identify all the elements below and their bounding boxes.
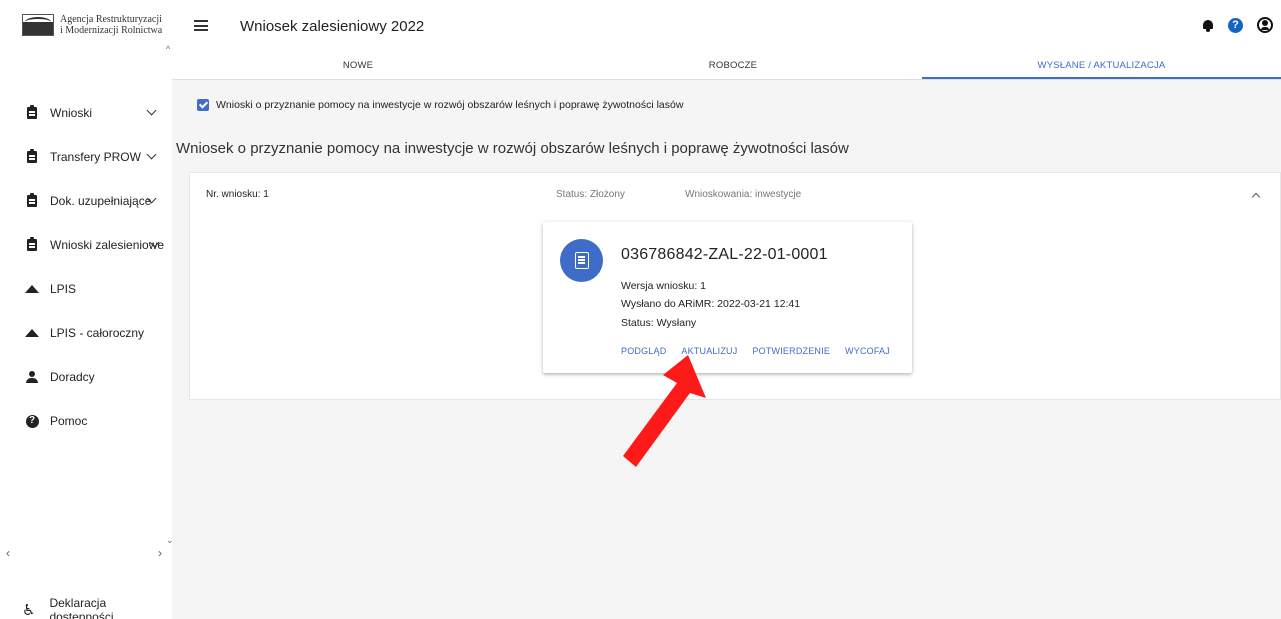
sidebar-item-lpis-caloroczny[interactable]: LPIS - całoroczny <box>0 311 170 355</box>
arimr-logo-icon <box>22 14 54 36</box>
document-avatar <box>560 239 603 282</box>
accessibility-label: Deklaracja dostępności <box>49 596 114 619</box>
document-list-icon <box>574 252 589 269</box>
account-icon[interactable] <box>1257 17 1273 33</box>
clipboard-icon <box>27 149 37 163</box>
notifications-bell-icon[interactable] <box>1202 19 1214 32</box>
accessibility-declaration-link[interactable]: ♿ Deklaracja dostępności <box>22 596 172 619</box>
sidebar-item-label: Transfery PROW <box>50 150 141 164</box>
tab-robocze[interactable]: ROBOCZE <box>544 54 922 79</box>
tab-wyslane-aktualizacja[interactable]: WYSŁANE / AKTUALIZACJA <box>922 54 1281 79</box>
clipboard-icon <box>27 237 37 251</box>
sidebar-item-wnioski-zalesieniowe[interactable]: Wnioski zalesieniowe <box>0 223 170 267</box>
sidebar-item-label: LPIS <box>50 282 77 296</box>
sidebar-horizontal-scrollbar[interactable]: ‹ › <box>6 546 162 560</box>
application-sent-status: Status: Wysłany <box>621 317 697 329</box>
chevron-down-icon[interactable] <box>146 149 157 160</box>
help-icon[interactable]: ? <box>1228 17 1243 33</box>
sidebar-scroll-up-icon[interactable]: ^ <box>166 44 170 54</box>
sidebar-item-dok-uzupelniajace[interactable]: Dok. uzupełniające <box>0 179 170 223</box>
sidebar-item-pomoc[interactable]: ? Pomoc <box>0 399 170 443</box>
filter-row: Wnioski o przyznanie pomocy na inwestycj… <box>197 99 683 111</box>
hamburger-menu-icon[interactable] <box>194 20 208 31</box>
sidebar-item-doradcy[interactable]: Doradcy <box>0 355 170 399</box>
brand-logo[interactable]: Agencja Restrukturyzacji i Modernizacji … <box>22 14 162 36</box>
red-arrow-annotation-icon <box>623 355 706 467</box>
sidebar-nav: Wnioski Transfery PROW Dok. uzupełniając… <box>0 91 170 443</box>
tab-nowe[interactable]: NOWE <box>172 54 544 79</box>
brand-line-2: i Modernizacji Rolnictwa <box>60 25 163 36</box>
application-number: Nr. wniosku: 1 <box>206 189 269 200</box>
terrain-icon <box>25 329 39 337</box>
terrain-icon <box>25 285 39 293</box>
sidebar-item-label: Dok. uzupełniające <box>50 194 152 208</box>
scroll-right-icon[interactable]: › <box>158 546 162 560</box>
application-card: 036786842-ZAL-22-01-0001 Wersja wniosku:… <box>543 222 912 373</box>
filter-label[interactable]: Wnioski o przyznanie pomocy na inwestycj… <box>216 99 683 111</box>
application-sent-date: Wysłano do ARiMR: 2022-03-21 12:41 <box>621 298 801 310</box>
filter-checkbox[interactable] <box>197 99 209 111</box>
application-id: 036786842-ZAL-22-01-0001 <box>621 246 828 263</box>
person-icon <box>26 371 38 383</box>
chevron-down-icon[interactable] <box>146 105 157 116</box>
sidebar-item-label: Pomoc <box>50 414 88 428</box>
sidebar-item-transfery-prow[interactable]: Transfery PROW <box>0 135 170 179</box>
sidebar-item-label: Doradcy <box>50 370 95 384</box>
scroll-left-icon[interactable]: ‹ <box>6 546 10 560</box>
section-title: Wniosek o przyznanie pomocy na inwestycj… <box>176 140 849 157</box>
sidebar-item-label: Wnioski zalesieniowe <box>50 238 165 252</box>
app-root: Agencja Restrukturyzacji i Modernizacji … <box>0 0 1281 619</box>
main-content: Wnioski o przyznanie pomocy na inwestycj… <box>172 80 1281 619</box>
clipboard-icon <box>27 193 37 207</box>
application-version: Wersja wniosku: 1 <box>621 280 707 292</box>
confirmation-button[interactable]: POTWIERDZENIE <box>752 346 830 356</box>
sidebar-item-wnioski[interactable]: Wnioski <box>0 91 170 135</box>
withdraw-button[interactable]: WYCOFAJ <box>845 346 890 356</box>
sidebar: Agencja Restrukturyzacji i Modernizacji … <box>0 0 174 619</box>
accessibility-icon: ♿ <box>22 602 36 619</box>
clipboard-icon <box>27 105 37 119</box>
page-title: Wniosek zalesieniowy 2022 <box>240 18 425 35</box>
chevron-up-icon[interactable] <box>1251 192 1261 202</box>
application-type: Wnioskowania: inwestycje <box>685 189 802 200</box>
sidebar-item-lpis[interactable]: LPIS <box>0 267 170 311</box>
application-status: Status: Złożony <box>556 189 625 200</box>
sidebar-item-label: Wnioski <box>50 106 93 120</box>
brand-line-1: Agencja Restrukturyzacji <box>60 14 162 25</box>
tab-bar: NOWE ROBOCZE WYSŁANE / AKTUALIZACJA <box>172 54 1281 80</box>
help-icon: ? <box>25 414 39 428</box>
top-bar: Wniosek zalesieniowy 2022 ? <box>172 0 1281 54</box>
sidebar-item-label: LPIS - całoroczny <box>50 326 145 340</box>
